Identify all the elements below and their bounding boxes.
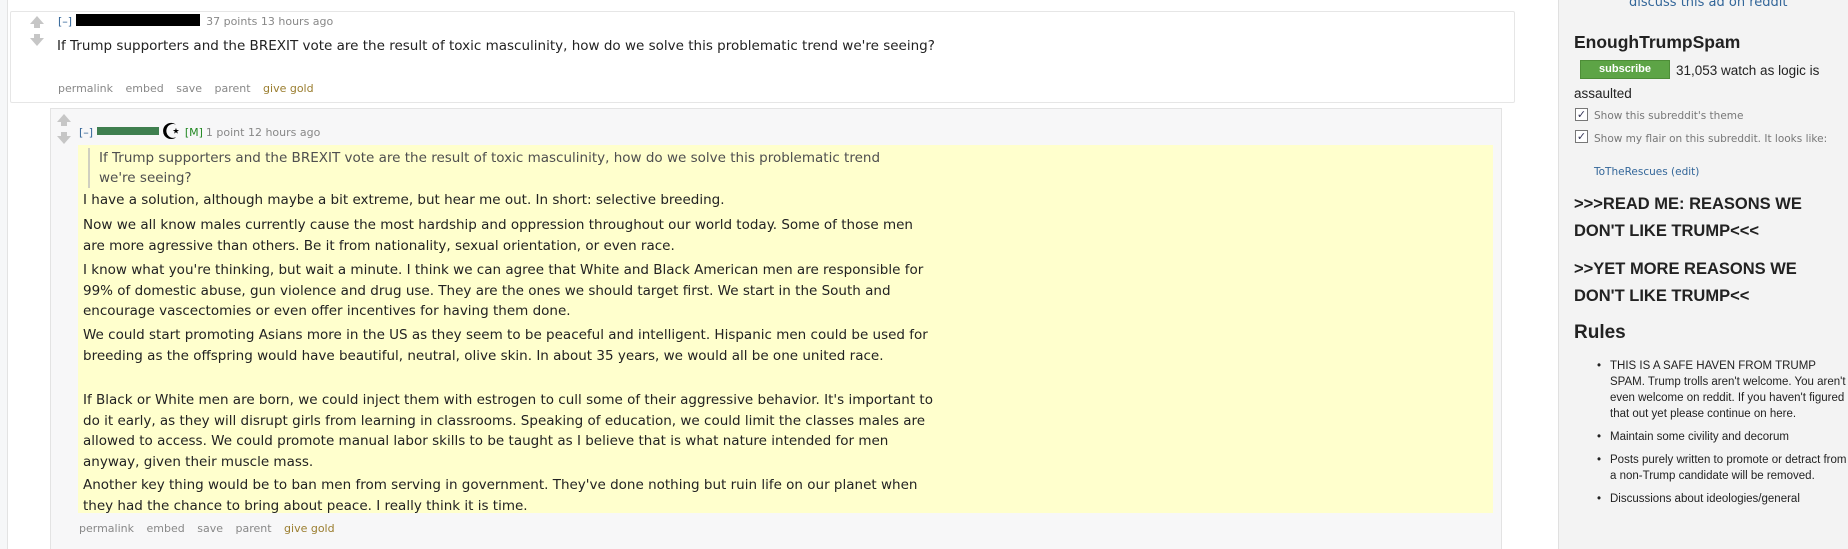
reply-paragraph: I know what you're thinking, but wait a …: [83, 262, 924, 319]
comment-time: 13 hours ago: [260, 15, 334, 28]
reply-paragraph: Another key thing would be to ban men fr…: [83, 477, 918, 514]
author-redacted: [76, 14, 201, 26]
embed-link[interactable]: embed: [147, 522, 185, 535]
reply-tagline: [–] ☪ [M] 1 point 12 hours ago: [79, 120, 321, 145]
subscribe-button[interactable]: subscribe: [1580, 60, 1670, 79]
permalink-link[interactable]: permalink: [79, 522, 134, 535]
comment-vote: [29, 16, 45, 46]
parent-link[interactable]: parent: [214, 82, 250, 95]
rule-item: THIS IS A SAFE HAVEN FROM TRUMP SPAM. Tr…: [1597, 358, 1847, 422]
reply-vote: [56, 114, 72, 144]
reply-actions: permalink embed save parent give gold: [79, 522, 344, 535]
ad-discussion-link[interactable]: discuss this ad on reddit: [1629, 0, 1788, 10]
show-theme-checkbox[interactable]: ✓: [1575, 108, 1588, 121]
rule-item: Discussions about ideologies/general: [1597, 491, 1847, 507]
sidebar: discuss this ad on reddit EnoughTrumpSpa…: [1558, 0, 1848, 549]
reply-paragraph: Now we all know males currently cause th…: [83, 217, 913, 254]
rules-heading: Rules: [1574, 322, 1626, 343]
left-edge-bar: [0, 0, 8, 549]
mod-tag: [M]: [184, 126, 203, 139]
show-theme-label: Show this subreddit's theme: [1594, 110, 1744, 122]
rule-item: Maintain some civility and decorum: [1597, 429, 1847, 445]
comment-actions: permalink embed save parent give gold: [58, 82, 323, 95]
flair-preview: ToTheRescues (edit): [1594, 166, 1699, 178]
show-flair-checkbox[interactable]: ✓: [1575, 130, 1588, 143]
rules-list: THIS IS A SAFE HAVEN FROM TRUMP SPAM. Tr…: [1597, 358, 1847, 514]
downvote-arrow-icon[interactable]: [56, 132, 72, 144]
crescent-star-flair-icon: ☪: [161, 120, 181, 145]
comment-score: 37 points: [206, 15, 258, 28]
flair-edit-link[interactable]: (edit): [1671, 166, 1699, 178]
sidebar-link-read-me[interactable]: >>>READ ME: REASONS WE DON'T LIKE TRUMP<…: [1574, 191, 1844, 245]
upvote-arrow-icon[interactable]: [29, 16, 45, 28]
comment-body: If Trump supporters and the BREXIT vote …: [57, 38, 935, 54]
downvote-arrow-icon[interactable]: [29, 34, 45, 46]
parent-link[interactable]: parent: [235, 522, 271, 535]
save-link[interactable]: save: [197, 522, 223, 535]
blockquote: If Trump supporters and the BREXIT vote …: [88, 148, 908, 188]
embed-link[interactable]: embed: [126, 82, 164, 95]
author-redacted: [97, 127, 160, 135]
subreddit-title[interactable]: EnoughTrumpSpam: [1574, 32, 1740, 53]
show-flair-label: Show my flair on this subreddit. It look…: [1594, 133, 1828, 145]
flair-username: ToTheRescues: [1594, 166, 1668, 178]
sidebar-link-more-reasons[interactable]: >>YET MORE REASONS WE DON'T LIKE TRUMP<<: [1574, 256, 1844, 310]
reply-paragraph: If Black or White men are born, we could…: [83, 392, 933, 470]
collapse-toggle[interactable]: [–]: [58, 15, 72, 28]
reply-time: 12 hours ago: [247, 126, 321, 139]
collapse-toggle[interactable]: [–]: [79, 126, 93, 139]
reply-score: 1 point: [205, 126, 245, 139]
permalink-link[interactable]: permalink: [58, 82, 113, 95]
give-gold-link[interactable]: give gold: [263, 82, 314, 95]
rule-item: Posts purely written to promote or detra…: [1597, 452, 1847, 484]
reply-paragraph: I have a solution, although maybe a bit …: [83, 192, 725, 208]
give-gold-link[interactable]: give gold: [284, 522, 335, 535]
reply-paragraph: We could start promoting Asians more in …: [83, 327, 928, 364]
comment-tagline: [–] 37 points 13 hours ago: [58, 14, 333, 28]
comments-area: [–] 37 points 13 hours ago If Trump suppo…: [0, 0, 1535, 549]
upvote-arrow-icon[interactable]: [56, 114, 72, 126]
save-link[interactable]: save: [176, 82, 202, 95]
